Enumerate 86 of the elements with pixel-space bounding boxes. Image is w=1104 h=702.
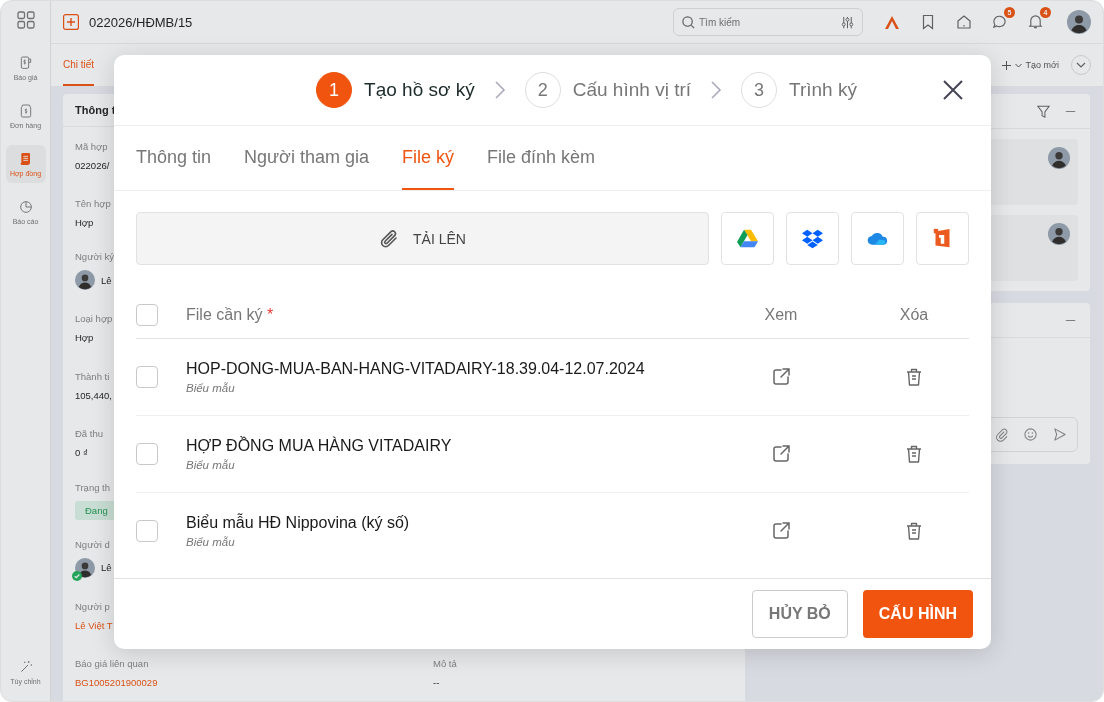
field-label: Đã thu [75, 428, 103, 440]
cancel-button[interactable]: HỦY BỎ [751, 590, 848, 638]
field-value: Hợp [75, 217, 94, 229]
configure-button[interactable]: CẤU HÌNH [862, 590, 973, 638]
page-tab[interactable]: Chi tiết [63, 44, 95, 86]
source-button[interactable] [786, 212, 839, 265]
field-link[interactable]: BG1005201900029 [75, 677, 158, 689]
external-link-icon [770, 443, 792, 465]
dialog-tab[interactable]: Thông tin [136, 126, 212, 190]
field-label: Người d [75, 538, 110, 550]
field-label: Báo giá liên quan [75, 658, 149, 670]
source-button[interactable] [721, 212, 774, 265]
view-button[interactable] [770, 366, 792, 388]
file-type: Biểu mẫu [186, 536, 236, 548]
view-button[interactable] [770, 520, 792, 542]
chevron-right-icon [492, 80, 507, 100]
person-name: Lê [101, 274, 112, 286]
file-type: Biểu mẫu [186, 382, 236, 394]
file-name: HỢP ĐỒNG MUA HÀNG VITADAIRY [186, 437, 453, 455]
field-label: Tên hợp [75, 198, 111, 210]
external-link-icon [770, 520, 792, 542]
close-button[interactable] [941, 78, 965, 102]
column-header: Xóa [898, 305, 930, 324]
checkbox[interactable] [136, 443, 158, 465]
avatar-icon [75, 557, 95, 578]
logo-icon[interactable] [884, 14, 900, 30]
home-icon[interactable] [956, 14, 972, 30]
bookmark-icon[interactable] [920, 14, 936, 30]
chat-icon[interactable] [992, 14, 1007, 29]
source-button[interactable] [851, 212, 904, 265]
chevron-down-icon [1076, 62, 1086, 68]
send-icon[interactable] [1052, 427, 1067, 442]
checkbox[interactable] [136, 366, 158, 388]
source-button[interactable] [916, 212, 969, 265]
emoji-icon[interactable] [1023, 427, 1038, 442]
field-value: 0 ₫ [75, 447, 88, 459]
field-value: -- [433, 677, 440, 689]
dialog-tab[interactable]: File ký [401, 126, 454, 190]
record-title: 022026/HĐMB/15 [89, 14, 194, 30]
field-value: 105,440, [75, 389, 112, 401]
avatar-icon [75, 270, 95, 291]
dropbox-icon [802, 228, 823, 249]
external-link-icon [770, 366, 792, 388]
chevron-right-icon [709, 80, 723, 100]
field-label: Loại hợp [75, 313, 113, 325]
person-name: Lê [101, 562, 112, 574]
field-label: Mã hợp [75, 140, 108, 152]
search-icon [681, 15, 696, 30]
expand-button[interactable] [1071, 55, 1091, 75]
field-label: Người ký [75, 251, 114, 263]
file-type: Biểu mẫu [186, 459, 236, 471]
add-icon[interactable] [63, 14, 79, 30]
upload-button[interactable]: TẢI LÊN [136, 212, 709, 265]
checkbox[interactable] [136, 520, 158, 542]
pie-chart-icon[interactable] [17, 199, 34, 215]
create-button[interactable]: Tạo mới [995, 44, 1065, 86]
drive-icon [737, 228, 758, 249]
filter-icon[interactable] [1036, 103, 1051, 119]
plus-icon [1001, 60, 1011, 70]
dialog-tab[interactable]: Người tham gia [244, 126, 369, 190]
search-field[interactable]: Tìm kiếm [673, 8, 863, 36]
apps-icon[interactable] [16, 11, 35, 29]
field-label: Trạng th [75, 481, 111, 493]
avatar-icon [1067, 10, 1091, 34]
checkbox[interactable] [136, 303, 158, 326]
column-header: File cần ký * [186, 305, 275, 324]
field-label: Thành ti [75, 370, 110, 382]
bell-icon[interactable] [1028, 14, 1043, 29]
paperclip-icon[interactable] [994, 427, 1009, 442]
avatar-icon [1048, 147, 1070, 169]
field-value: Hợp [75, 332, 94, 344]
file-name: HOP-DONG-MUA-BAN-HANG-VITADAIRY-18.39.04-12.07.2024 [186, 360, 646, 378]
field-label: Mô tả [433, 658, 457, 670]
avatar-icon [1048, 223, 1070, 245]
check-icon [72, 570, 82, 581]
office-icon [932, 228, 953, 249]
column-header: Xem [763, 305, 799, 324]
caret-icon [1014, 62, 1022, 68]
view-button[interactable] [770, 443, 792, 465]
field-link[interactable]: Lê Việt T [75, 619, 113, 631]
close-icon [941, 78, 965, 102]
file-name: Biểu mẫu HĐ Nippovina (ký số) [186, 514, 411, 532]
field-value: 022026/ [75, 159, 110, 171]
sliders-icon[interactable] [840, 15, 855, 30]
dialog-tab[interactable]: File đính kèm [487, 126, 596, 190]
field-label: Người p [75, 600, 110, 612]
